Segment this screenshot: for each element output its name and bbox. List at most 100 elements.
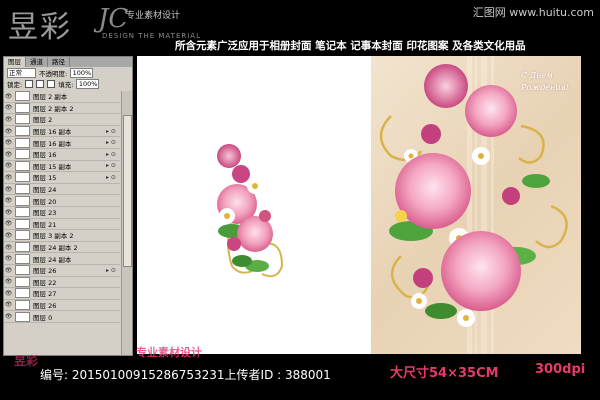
layer-name: 图层 20 — [33, 197, 57, 206]
lock-position-checkbox[interactable] — [47, 80, 56, 88]
layer-thumbnail — [15, 137, 30, 148]
layer-thumbnail — [15, 149, 30, 160]
layer-row[interactable]: 👁 图层 16 副本 ▸ ⊙ — [4, 137, 120, 149]
layer-row[interactable]: 👁 图层 0 — [4, 311, 120, 323]
eye-icon[interactable]: 👁 — [4, 93, 13, 100]
tab-channels[interactable]: 通道 — [26, 57, 48, 67]
brand-logo: 昱彩 JC 专业素材设计 DESIGN THE MATERIAL — [6, 2, 200, 52]
layer-thumbnail — [15, 299, 30, 310]
layer-thumbnail — [15, 184, 30, 195]
layer-row[interactable]: 👁 图层 16 副本 ▸ ⊙ — [4, 126, 120, 138]
lock-image-checkbox[interactable] — [36, 80, 45, 88]
layer-row[interactable]: 👁 图层 24 — [4, 184, 120, 196]
layer-name: 图层 2 — [33, 116, 53, 125]
layer-row[interactable]: 👁 图层 26 — [4, 299, 120, 312]
layer-thumbnail — [15, 102, 30, 113]
layer-effects-icon: ▸ ⊙ — [106, 150, 116, 158]
layer-name: 图层 3 副本 2 — [33, 232, 74, 241]
layer-name: 图层 0 — [33, 313, 53, 322]
layer-row[interactable]: 👁 图层 23 — [4, 207, 120, 219]
layer-name: 图层 23 — [33, 209, 57, 218]
canvas-front-cover: С Днем Рождения! — [371, 56, 581, 354]
eye-icon[interactable]: 👁 — [4, 220, 13, 227]
layer-name: 图层 15 — [33, 174, 57, 183]
upload-id-text: 编号: 20150100915286753231上传者ID : 388001 — [40, 368, 331, 382]
layer-row[interactable]: 👁 图层 2 副本 2 — [4, 102, 120, 115]
layer-row[interactable]: 👁 图层 2 副本 — [4, 91, 120, 103]
layer-thumbnail — [15, 160, 30, 171]
small-bouquet-illustration — [217, 144, 284, 278]
greeting-line-1: С Днем — [521, 71, 553, 80]
layers-scrollbar[interactable] — [121, 91, 132, 355]
layer-row[interactable]: 👁 图层 27 — [4, 288, 120, 300]
eye-icon[interactable]: 👁 — [4, 104, 13, 111]
panel-tabs: 图层 通道 路径 — [4, 57, 132, 67]
layer-row[interactable]: 👁 图层 15 副本 ▸ ⊙ — [4, 160, 120, 173]
eye-icon[interactable]: 👁 — [4, 174, 13, 181]
tab-layers[interactable]: 图层 — [4, 57, 26, 67]
layer-thumbnail — [15, 218, 30, 229]
layer-thumbnail — [15, 265, 30, 276]
layers-panel: 图层 通道 路径 正常 不透明度: 100% 锁定: 填充: 100% 👁 图层 … — [3, 56, 133, 356]
blend-mode-select[interactable]: 正常 — [7, 68, 36, 78]
layer-name: 图层 16 — [33, 151, 57, 160]
eye-icon[interactable]: 👁 — [4, 197, 13, 204]
layer-thumbnail — [15, 242, 30, 253]
layer-name: 图层 16 副本 — [33, 139, 72, 148]
tagline: 所含元素广泛应用于相册封面 笔记本 记事本封面 印花图案 及各类文化用品 — [175, 40, 526, 52]
greeting-line-2: Рождения! — [521, 83, 570, 92]
opacity-label: 不透明度: — [39, 70, 68, 78]
eye-icon[interactable]: 👁 — [4, 244, 13, 251]
lock-transparent-checkbox[interactable] — [25, 80, 34, 88]
layer-thumbnail — [15, 172, 30, 183]
eye-icon[interactable]: 👁 — [4, 267, 13, 274]
tab-paths[interactable]: 路径 — [48, 57, 70, 67]
large-bouquet-illustration — [379, 64, 568, 327]
layer-name: 图层 22 — [33, 278, 57, 287]
eye-icon[interactable]: 👁 — [4, 186, 13, 193]
layer-row[interactable]: 👁 图层 16 ▸ ⊙ — [4, 149, 120, 161]
eye-icon[interactable]: 👁 — [4, 301, 13, 308]
eye-icon[interactable]: 👁 — [4, 128, 13, 135]
layer-row[interactable]: 👁 图层 24 副本 — [4, 253, 120, 265]
layer-row[interactable]: 👁 图层 22 — [4, 276, 120, 289]
eye-icon[interactable]: 👁 — [4, 151, 13, 158]
layer-name: 图层 27 — [33, 290, 57, 299]
eye-icon[interactable]: 👁 — [4, 278, 13, 285]
scrollbar-thumb[interactable] — [123, 115, 132, 267]
fill-label: 填充: — [58, 81, 74, 89]
opacity-input[interactable]: 100% — [70, 68, 94, 78]
canvas-back-page — [137, 56, 371, 354]
layer-row[interactable]: 👁 图层 20 — [4, 195, 120, 207]
eye-icon[interactable]: 👁 — [4, 139, 13, 146]
fill-input[interactable]: 100% — [76, 79, 100, 89]
eye-icon[interactable]: 👁 — [4, 255, 13, 262]
eye-icon[interactable]: 👁 — [4, 209, 13, 216]
layer-effects-icon: ▸ ⊙ — [106, 139, 116, 147]
eye-icon[interactable]: 👁 — [4, 290, 13, 297]
layer-row[interactable]: 👁 图层 26 ▸ ⊙ — [4, 265, 120, 277]
lock-label: 锁定: — [7, 81, 23, 89]
layer-row[interactable]: 👁 图层 24 副本 2 — [4, 242, 120, 254]
layer-row[interactable]: 👁 图层 3 副本 2 — [4, 230, 120, 242]
layer-thumbnail — [15, 114, 30, 125]
eye-icon[interactable]: 👁 — [4, 116, 13, 123]
footer-overlay-red-2: 专业素材设计 — [136, 346, 202, 359]
layer-row[interactable]: 👁 图层 15 ▸ ⊙ — [4, 172, 120, 184]
layer-name: 图层 26 — [33, 267, 57, 276]
layer-name: 图层 2 副本 — [33, 93, 68, 102]
logo-jc-text: JC — [98, 4, 129, 34]
layer-thumbnail — [15, 230, 30, 241]
greeting-text: С Днем Рождения! — [521, 70, 569, 94]
layer-thumbnail — [15, 91, 30, 102]
layer-row[interactable]: 👁 图层 21 — [4, 218, 120, 231]
eye-icon[interactable]: 👁 — [4, 232, 13, 239]
canvas-right-edge — [583, 56, 597, 354]
layer-row[interactable]: 👁 图层 2 — [4, 114, 120, 126]
eye-icon[interactable]: 👁 — [4, 162, 13, 169]
layer-name: 图层 15 副本 — [33, 162, 72, 171]
eye-icon[interactable]: 👁 — [4, 313, 13, 320]
layer-effects-icon: ▸ ⊙ — [106, 173, 116, 181]
layer-thumbnail — [15, 288, 30, 299]
size-text: 大尺寸54×35CM — [390, 366, 499, 381]
